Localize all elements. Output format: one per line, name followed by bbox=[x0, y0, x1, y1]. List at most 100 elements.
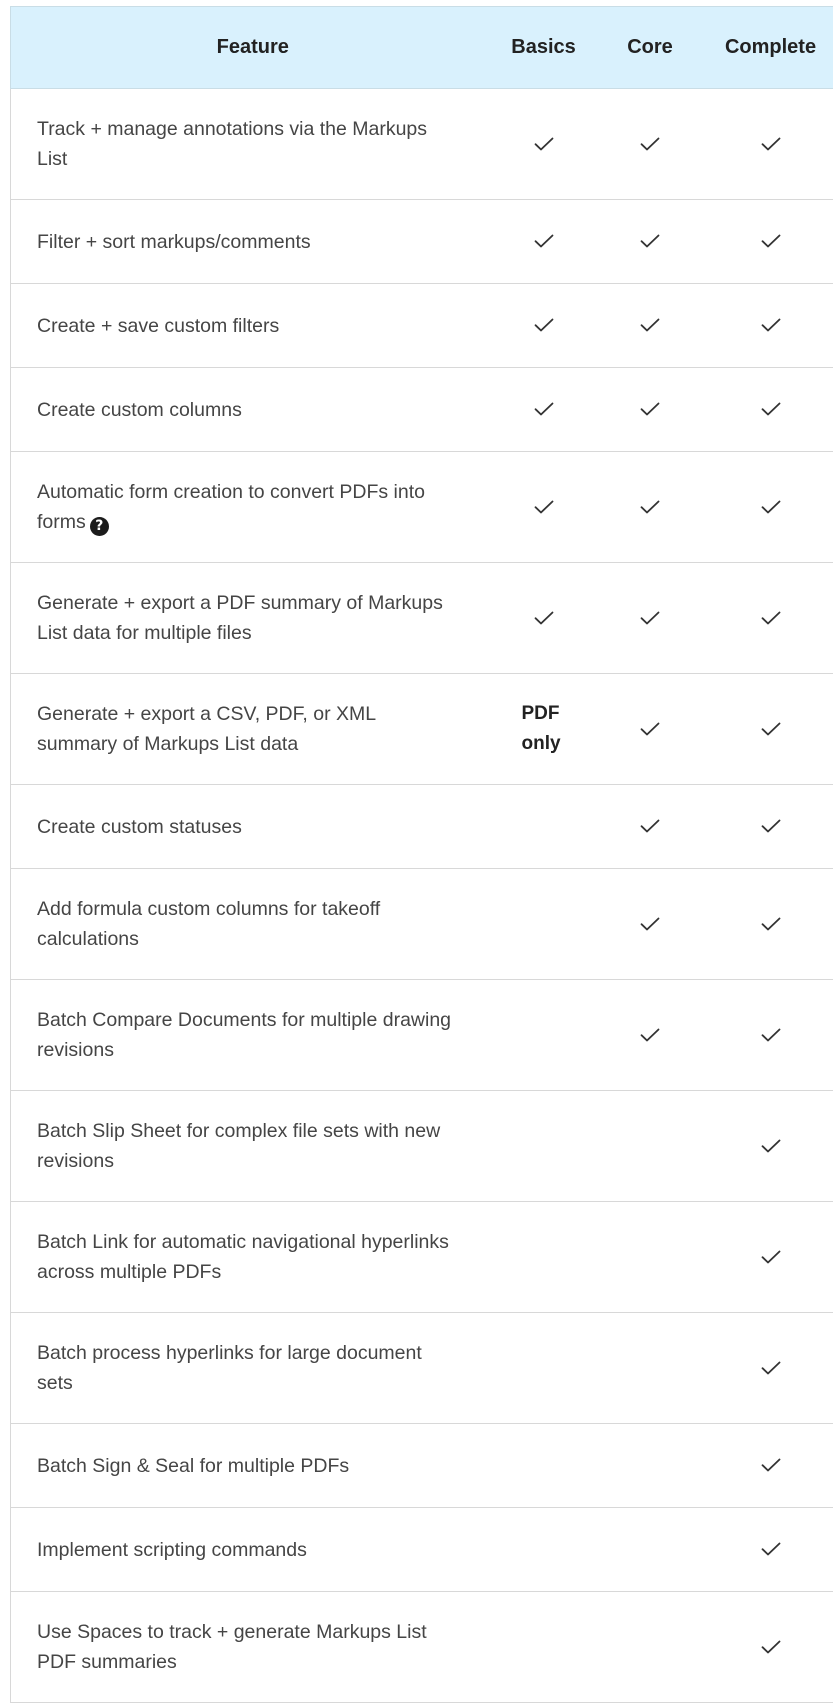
check-icon bbox=[534, 611, 554, 625]
basics-cell bbox=[495, 785, 593, 869]
basics-cell bbox=[495, 1091, 593, 1202]
feature-label: Batch Sign & Seal for multiple PDFs bbox=[37, 1455, 349, 1477]
check-icon bbox=[640, 402, 660, 416]
basics-cell bbox=[495, 1313, 593, 1424]
feature-label: Generate + export a CSV, PDF, or XML sum… bbox=[37, 703, 375, 755]
check-icon bbox=[761, 611, 781, 625]
check-icon bbox=[534, 402, 554, 416]
feature-label: Create + save custom filters bbox=[37, 315, 279, 337]
complete-cell bbox=[708, 869, 833, 980]
feature-cell: Filter + sort markups/comments bbox=[11, 200, 495, 284]
check-icon bbox=[640, 234, 660, 248]
table-row: Generate + export a CSV, PDF, or XML sum… bbox=[11, 674, 833, 785]
feature-cell: Batch process hyperlinks for large docum… bbox=[11, 1313, 495, 1424]
table-body: Track + manage annotations via the Marku… bbox=[11, 89, 833, 1703]
table-row: Batch Compare Documents for multiple dra… bbox=[11, 980, 833, 1091]
feature-cell: Automatic form creation to convert PDFs … bbox=[11, 452, 495, 563]
table-row: Batch Slip Sheet for complex file sets w… bbox=[11, 1091, 833, 1202]
feature-cell: Create custom statuses bbox=[11, 785, 495, 869]
complete-cell bbox=[708, 1202, 833, 1313]
table-row: Batch Link for automatic navigational hy… bbox=[11, 1202, 833, 1313]
feature-label: Create custom statuses bbox=[37, 816, 242, 838]
complete-cell bbox=[708, 1424, 833, 1508]
table-row: Automatic form creation to convert PDFs … bbox=[11, 452, 833, 563]
feature-cell: Create custom columns bbox=[11, 368, 495, 452]
table-row: Create + save custom filters bbox=[11, 284, 833, 368]
table-row: Filter + sort markups/comments bbox=[11, 200, 833, 284]
core-cell bbox=[593, 452, 708, 563]
feature-label: Use Spaces to track + generate Markups L… bbox=[37, 1621, 427, 1673]
feature-label: Create custom columns bbox=[37, 399, 242, 421]
check-icon bbox=[761, 1361, 781, 1375]
feature-label: Implement scripting commands bbox=[37, 1539, 307, 1561]
basics-cell bbox=[495, 1508, 593, 1592]
check-icon bbox=[761, 1458, 781, 1472]
complete-cell bbox=[708, 785, 833, 869]
check-icon bbox=[761, 722, 781, 736]
feature-cell: Batch Slip Sheet for complex file sets w… bbox=[11, 1091, 495, 1202]
check-icon bbox=[761, 1028, 781, 1042]
table-row: Use Spaces to track + generate Markups L… bbox=[11, 1592, 833, 1703]
check-icon bbox=[640, 917, 660, 931]
core-cell bbox=[593, 200, 708, 284]
basics-cell bbox=[495, 89, 593, 200]
complete-cell bbox=[708, 563, 833, 674]
feature-label: Track + manage annotations via the Marku… bbox=[37, 118, 427, 170]
complete-cell bbox=[708, 980, 833, 1091]
basics-cell bbox=[495, 1424, 593, 1508]
feature-cell: Track + manage annotations via the Marku… bbox=[11, 89, 495, 200]
header-basics: Basics bbox=[495, 7, 593, 89]
table-row: Create custom statuses bbox=[11, 785, 833, 869]
core-cell bbox=[593, 563, 708, 674]
feature-cell: Batch Sign & Seal for multiple PDFs bbox=[11, 1424, 495, 1508]
table-header: Feature Basics Core Complete bbox=[11, 7, 833, 89]
check-icon bbox=[761, 1139, 781, 1153]
complete-cell bbox=[708, 284, 833, 368]
check-icon bbox=[534, 234, 554, 248]
feature-label: Batch Link for automatic navigational hy… bbox=[37, 1231, 449, 1283]
feature-label: Generate + export a PDF summary of Marku… bbox=[37, 592, 443, 644]
check-icon bbox=[761, 1542, 781, 1556]
basics-cell: PDF only bbox=[495, 674, 593, 785]
core-cell bbox=[593, 1424, 708, 1508]
check-icon bbox=[640, 500, 660, 514]
complete-cell bbox=[708, 674, 833, 785]
check-icon bbox=[761, 318, 781, 332]
comparison-table-container: Feature Basics Core Complete Track + man… bbox=[10, 6, 833, 1703]
basics-cell bbox=[495, 980, 593, 1091]
feature-cell: Create + save custom filters bbox=[11, 284, 495, 368]
check-icon bbox=[640, 1028, 660, 1042]
table-row: Generate + export a PDF summary of Marku… bbox=[11, 563, 833, 674]
feature-cell: Batch Link for automatic navigational hy… bbox=[11, 1202, 495, 1313]
table-row: Track + manage annotations via the Marku… bbox=[11, 89, 833, 200]
complete-cell bbox=[708, 368, 833, 452]
question-circle-icon[interactable]: ? bbox=[90, 517, 109, 536]
feature-cell: Generate + export a PDF summary of Marku… bbox=[11, 563, 495, 674]
header-row: Feature Basics Core Complete bbox=[11, 7, 833, 89]
check-icon bbox=[640, 722, 660, 736]
table-row: Add formula custom columns for takeoff c… bbox=[11, 869, 833, 980]
feature-label: Batch process hyperlinks for large docum… bbox=[37, 1342, 422, 1394]
complete-cell bbox=[708, 1091, 833, 1202]
check-icon bbox=[761, 234, 781, 248]
basics-cell bbox=[495, 368, 593, 452]
feature-label: Add formula custom columns for takeoff c… bbox=[37, 898, 380, 950]
check-icon bbox=[761, 917, 781, 931]
check-icon bbox=[534, 500, 554, 514]
header-complete: Complete bbox=[708, 7, 833, 89]
check-icon bbox=[534, 318, 554, 332]
check-icon bbox=[761, 819, 781, 833]
feature-cell: Generate + export a CSV, PDF, or XML sum… bbox=[11, 674, 495, 785]
complete-cell bbox=[708, 1313, 833, 1424]
core-cell bbox=[593, 1592, 708, 1703]
complete-cell bbox=[708, 452, 833, 563]
core-cell bbox=[593, 674, 708, 785]
core-cell bbox=[593, 785, 708, 869]
feature-cell: Implement scripting commands bbox=[11, 1508, 495, 1592]
table-row: Batch Sign & Seal for multiple PDFs bbox=[11, 1424, 833, 1508]
feature-cell: Batch Compare Documents for multiple dra… bbox=[11, 980, 495, 1091]
check-icon bbox=[761, 1640, 781, 1654]
core-cell bbox=[593, 284, 708, 368]
table-row: Implement scripting commands bbox=[11, 1508, 833, 1592]
check-icon bbox=[640, 611, 660, 625]
